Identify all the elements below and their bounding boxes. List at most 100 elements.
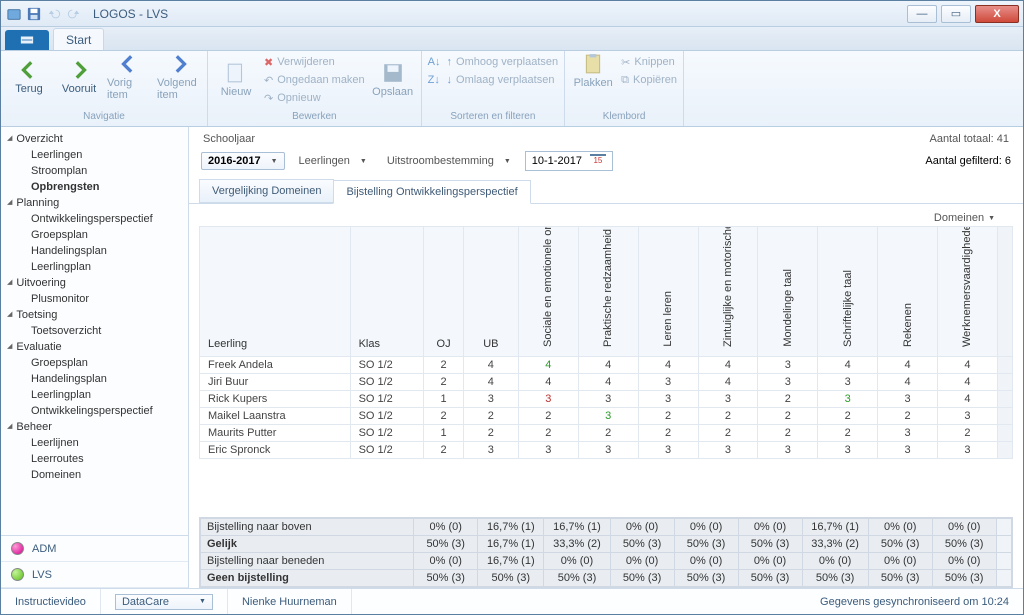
nav-group[interactable]: Evaluatie (1, 339, 188, 355)
nav-back-button[interactable]: Terug (7, 59, 51, 95)
col-d2[interactable]: Leren leren (638, 227, 698, 357)
col-d4[interactable]: Mondelinge taal (758, 227, 818, 357)
save-icon[interactable] (25, 5, 43, 23)
module-adm[interactable]: ADM (1, 536, 188, 562)
statusbar: Instructievideo DataCare Nienke Huurnema… (1, 588, 1023, 614)
dot-icon-pink (11, 542, 24, 555)
table-row[interactable]: Rick KupersSO 1/21333332334 (200, 391, 1013, 408)
nav-item[interactable]: Groepsplan (1, 227, 188, 243)
nav-item[interactable]: Handelingsplan (1, 371, 188, 387)
nav-item[interactable]: Opbrengsten (1, 179, 188, 195)
tab-bijstelling[interactable]: Bijstelling Ontwikkelingsperspectief (333, 180, 530, 204)
main-panel: Schooljaar Aantal totaal: 41 2016-2017 L… (189, 127, 1023, 588)
summary-row: Bijstelling naar beneden0% (0)16,7% (1)0… (201, 553, 1012, 570)
cut-button[interactable]: ✂Knippen (621, 53, 677, 71)
nav-group[interactable]: Overzicht (1, 131, 188, 147)
nav-item[interactable]: Toetsoverzicht (1, 323, 188, 339)
file-tab[interactable] (5, 30, 49, 50)
module-bar: ADM LVS (1, 535, 188, 588)
nav-item[interactable]: Leerlingen (1, 147, 188, 163)
move-up-button[interactable]: ↑Omhoog verplaatsen (447, 53, 559, 71)
col-d1[interactable]: Praktische redzaamheid (578, 227, 638, 357)
status-sync: Gegevens gesynchroniseerd om 10:24 (820, 596, 1023, 608)
domeinen-dropdown[interactable]: Domeinen (934, 212, 995, 224)
nav-item[interactable]: Leerlijnen (1, 435, 188, 451)
nav-prev-button[interactable]: Vorig item (107, 53, 151, 101)
redo-button[interactable]: ↷Opnieuw (264, 89, 365, 107)
sort-asc-button[interactable]: A↓ (428, 53, 441, 71)
col-klas[interactable]: Klas (350, 227, 424, 357)
table-row[interactable]: Maurits PutterSO 1/21222222232 (200, 425, 1013, 442)
datacare-combo[interactable]: DataCare (115, 594, 213, 610)
undo-button[interactable]: ↶Ongedaan maken (264, 71, 365, 89)
tab-start[interactable]: Start (53, 28, 104, 50)
leerlingen-combo[interactable]: Leerlingen (293, 153, 373, 169)
instructievideo-link[interactable]: Instructievideo (1, 589, 101, 614)
ribbon-group-clip-label: Klembord (571, 111, 677, 124)
sort-desc-button[interactable]: Z↓ (428, 71, 441, 89)
save-button[interactable]: Opslaan (371, 62, 415, 98)
ribbon: Terug Vooruit Vorig item Volgend item Na… (1, 51, 1023, 127)
schooljaar-combo[interactable]: 2016-2017 (201, 152, 285, 170)
delete-button[interactable]: ✖Verwijderen (264, 53, 365, 71)
col-d5[interactable]: Schriftelijke taal (818, 227, 878, 357)
ribbon-tabstrip: Start (1, 27, 1023, 51)
maximize-button[interactable]: ▭ (941, 5, 971, 23)
col-oj[interactable]: OJ (424, 227, 463, 357)
tab-vergelijking[interactable]: Vergelijking Domeinen (199, 179, 334, 203)
nav-item[interactable]: Stroomplan (1, 163, 188, 179)
content-tabs: Vergelijking Domeinen Bijstelling Ontwik… (189, 177, 1023, 204)
minimize-button[interactable]: — (907, 5, 937, 23)
nav-item[interactable]: Domeinen (1, 467, 188, 483)
schooljaar-label: Schooljaar (203, 133, 255, 145)
undo-icon[interactable] (45, 5, 63, 23)
close-button[interactable]: X (975, 5, 1019, 23)
summary-row: Geen bijstelling50% (3)50% (3)50% (3)50%… (201, 570, 1012, 587)
nav-group[interactable]: Planning (1, 195, 188, 211)
col-leerling[interactable]: Leerling (200, 227, 351, 357)
table-row[interactable]: Maikel LaanstraSO 1/22223222223 (200, 408, 1013, 425)
nav-item[interactable]: Leerroutes (1, 451, 188, 467)
summary-grid: Bijstelling naar boven0% (0)16,7% (1)16,… (199, 517, 1013, 588)
summary-row: Bijstelling naar boven0% (0)16,7% (1)16,… (201, 519, 1012, 536)
col-d0[interactable]: Sociale en emotionele ontwikkeling (518, 227, 578, 357)
nav-item[interactable]: Leerlingplan (1, 259, 188, 275)
paste-button[interactable]: Plakken (571, 53, 615, 89)
titlebar: LOGOS - LVS — ▭ X (1, 1, 1023, 27)
new-button[interactable]: Nieuw (214, 62, 258, 98)
table-row[interactable]: Jiri BuurSO 1/22444343344 (200, 374, 1013, 391)
uitstroom-combo[interactable]: Uitstroombestemming (381, 153, 517, 169)
redo-icon[interactable] (65, 5, 83, 23)
module-lvs[interactable]: LVS (1, 562, 188, 588)
nav-item[interactable]: Plusmonitor (1, 291, 188, 307)
col-d6[interactable]: Rekenen (878, 227, 938, 357)
grid-scrollbar[interactable] (997, 227, 1012, 357)
nav-item[interactable]: Ontwikkelingsperspectief (1, 403, 188, 419)
app-icon (5, 5, 23, 23)
table-row[interactable]: Freek AndelaSO 1/22444443444 (200, 357, 1013, 374)
nav-group[interactable]: Beheer (1, 419, 188, 435)
nav-next-button[interactable]: Volgend item (157, 53, 201, 101)
table-row[interactable]: Eric SpronckSO 1/22333333333 (200, 442, 1013, 459)
data-grid: Leerling Klas OJ UB Sociale en emotionel… (199, 226, 1013, 459)
calendar-icon[interactable] (590, 154, 606, 168)
datum-input[interactable]: 10-1-2017 (525, 151, 613, 171)
ribbon-group-edit-label: Bewerken (214, 111, 415, 124)
nav-group[interactable]: Toetsing (1, 307, 188, 323)
col-ub[interactable]: UB (463, 227, 518, 357)
sidebar: OverzichtLeerlingenStroomplanOpbrengsten… (1, 127, 189, 588)
col-d7[interactable]: Werknemersvaardigheden (938, 227, 998, 357)
copy-button[interactable]: ⧉Kopiëren (621, 71, 677, 89)
ribbon-group-nav-label: Navigatie (7, 111, 201, 124)
nav-fwd-button[interactable]: Vooruit (57, 59, 101, 95)
nav-tree: OverzichtLeerlingenStroomplanOpbrengsten… (1, 127, 188, 535)
dot-icon-green (11, 568, 24, 581)
nav-item[interactable]: Leerlingplan (1, 387, 188, 403)
status-user: Nienke Huurneman (228, 589, 352, 614)
nav-group[interactable]: Uitvoering (1, 275, 188, 291)
move-down-button[interactable]: ↓Omlaag verplaatsen (447, 71, 559, 89)
col-d3[interactable]: Zintuiglijke en motorische ontwikkeling (698, 227, 758, 357)
nav-item[interactable]: Handelingsplan (1, 243, 188, 259)
nav-item[interactable]: Ontwikkelingsperspectief (1, 211, 188, 227)
nav-item[interactable]: Groepsplan (1, 355, 188, 371)
